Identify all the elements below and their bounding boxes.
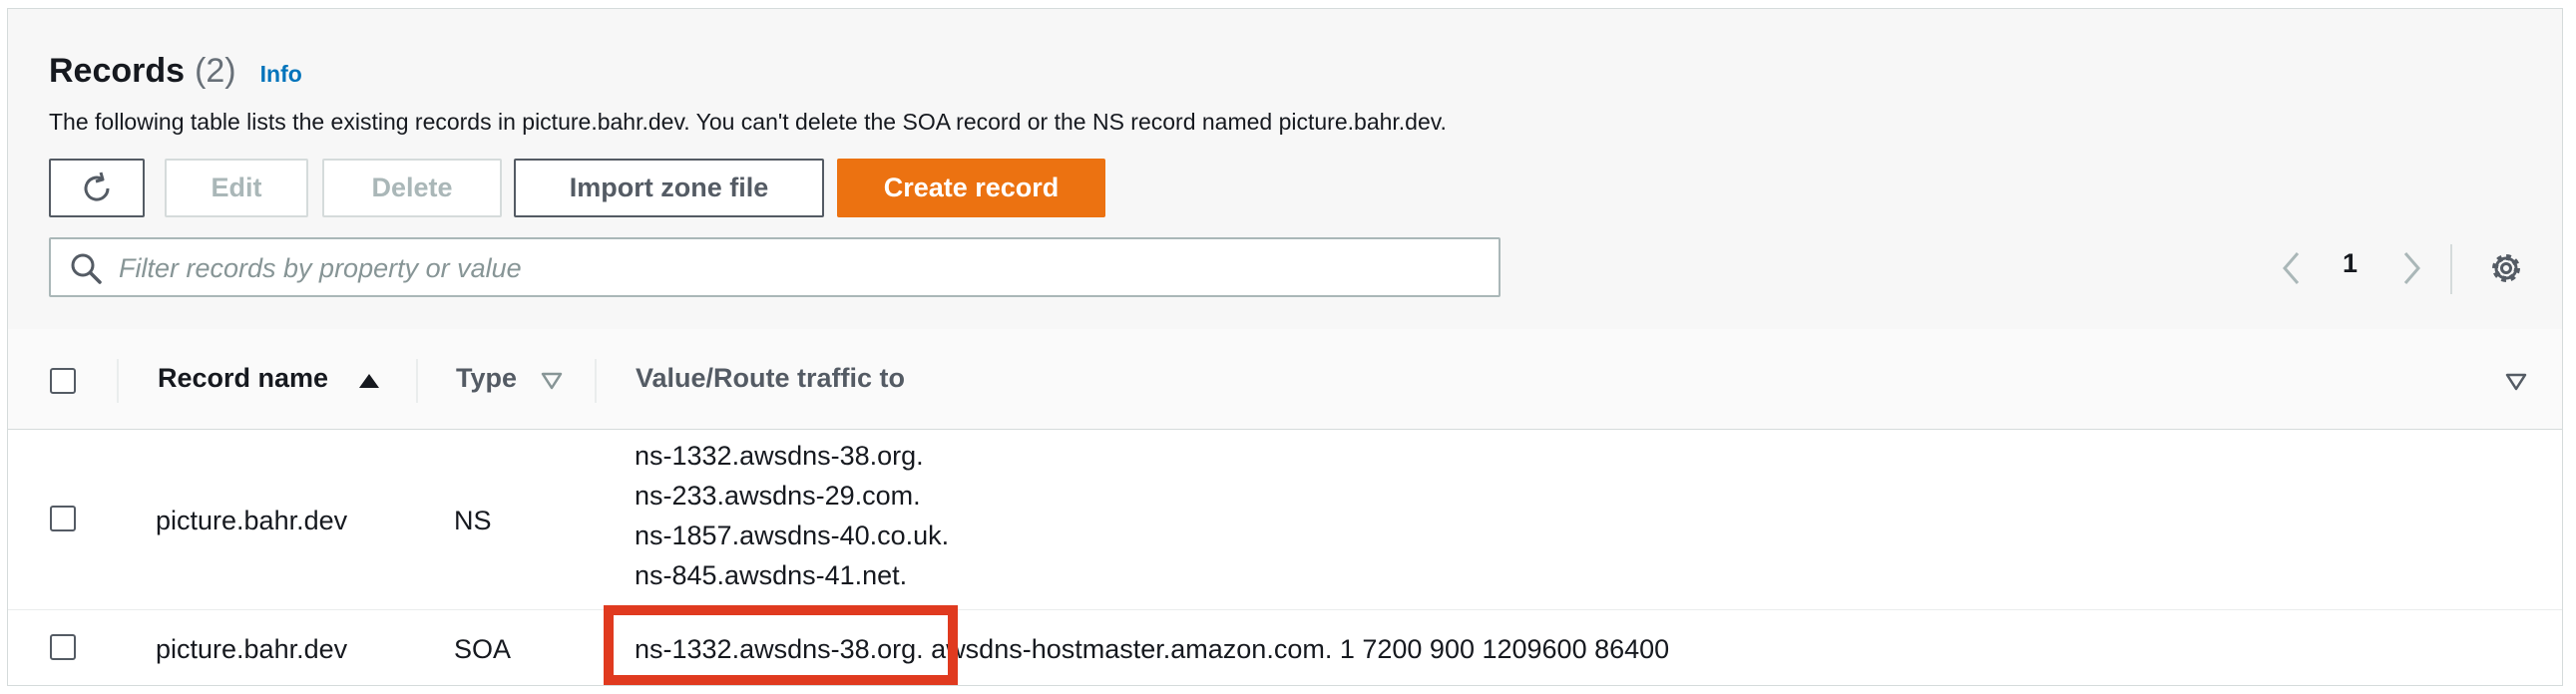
- select-all-checkbox[interactable]: [50, 368, 76, 394]
- record-name-cell: picture.bahr.dev: [156, 506, 348, 535]
- pager-divider: [2450, 244, 2452, 294]
- sort-ascending-icon[interactable]: [357, 372, 381, 390]
- search-box: [49, 237, 1501, 297]
- row-checkbox[interactable]: [50, 634, 76, 660]
- value-line: ns-1857.awsdns-40.co.uk.: [635, 520, 950, 550]
- delete-button[interactable]: Delete: [322, 159, 502, 217]
- record-name-cell: picture.bahr.dev: [156, 634, 348, 664]
- column-header-value[interactable]: Value/Route traffic to: [636, 363, 905, 394]
- edit-button[interactable]: Edit: [165, 159, 308, 217]
- column-header-record-name[interactable]: Record name: [158, 363, 328, 394]
- table-row[interactable]: picture.bahr.dev NS ns-1332.awsdns-38.or…: [8, 430, 2562, 610]
- refresh-icon: [84, 172, 110, 201]
- table-row[interactable]: picture.bahr.dev SOA ns-1332.awsdns-38.o…: [8, 610, 2562, 685]
- table-header: Record name Type Value/Route traffic to: [8, 329, 2562, 430]
- refresh-button[interactable]: [49, 159, 145, 217]
- page-title: Records: [49, 52, 186, 90]
- records-panel: Records (2) Info The following table lis…: [7, 8, 2563, 686]
- search-input[interactable]: [117, 239, 1478, 297]
- record-type-cell: SOA: [454, 634, 512, 664]
- record-count: (2): [195, 52, 236, 90]
- value-line: ns-845.awsdns-41.net.: [635, 560, 908, 590]
- import-zone-file-button[interactable]: Import zone file: [514, 159, 824, 217]
- highlight-annotation: [604, 605, 958, 685]
- column-divider: [117, 359, 119, 403]
- record-type-cell: NS: [454, 506, 492, 535]
- value-line: ns-233.awsdns-29.com.: [635, 481, 921, 511]
- column-header-type[interactable]: Type: [456, 363, 517, 394]
- value-line: ns-1332.awsdns-38.org.: [635, 441, 924, 471]
- row-checkbox[interactable]: [50, 506, 76, 531]
- info-link[interactable]: Info: [260, 61, 302, 88]
- sort-unsorted-icon[interactable]: [541, 372, 563, 390]
- next-page-icon[interactable]: [2400, 250, 2422, 286]
- title-row: Records (2) Info: [49, 52, 302, 91]
- gear-icon[interactable]: [2488, 250, 2524, 286]
- records-header: Records (2) Info The following table lis…: [8, 9, 2562, 330]
- column-divider: [595, 359, 597, 403]
- column-settings-icon[interactable]: [2505, 373, 2527, 391]
- search-icon: [71, 253, 102, 284]
- create-record-button[interactable]: Create record: [837, 159, 1105, 217]
- record-value-cell: ns-1332.awsdns-38.org. ns-233.awsdns-29.…: [635, 436, 949, 595]
- records-description: The following table lists the existing r…: [49, 109, 1447, 135]
- previous-page-icon[interactable]: [2281, 250, 2303, 286]
- current-page-number[interactable]: 1: [2343, 248, 2358, 279]
- column-divider: [416, 359, 418, 403]
